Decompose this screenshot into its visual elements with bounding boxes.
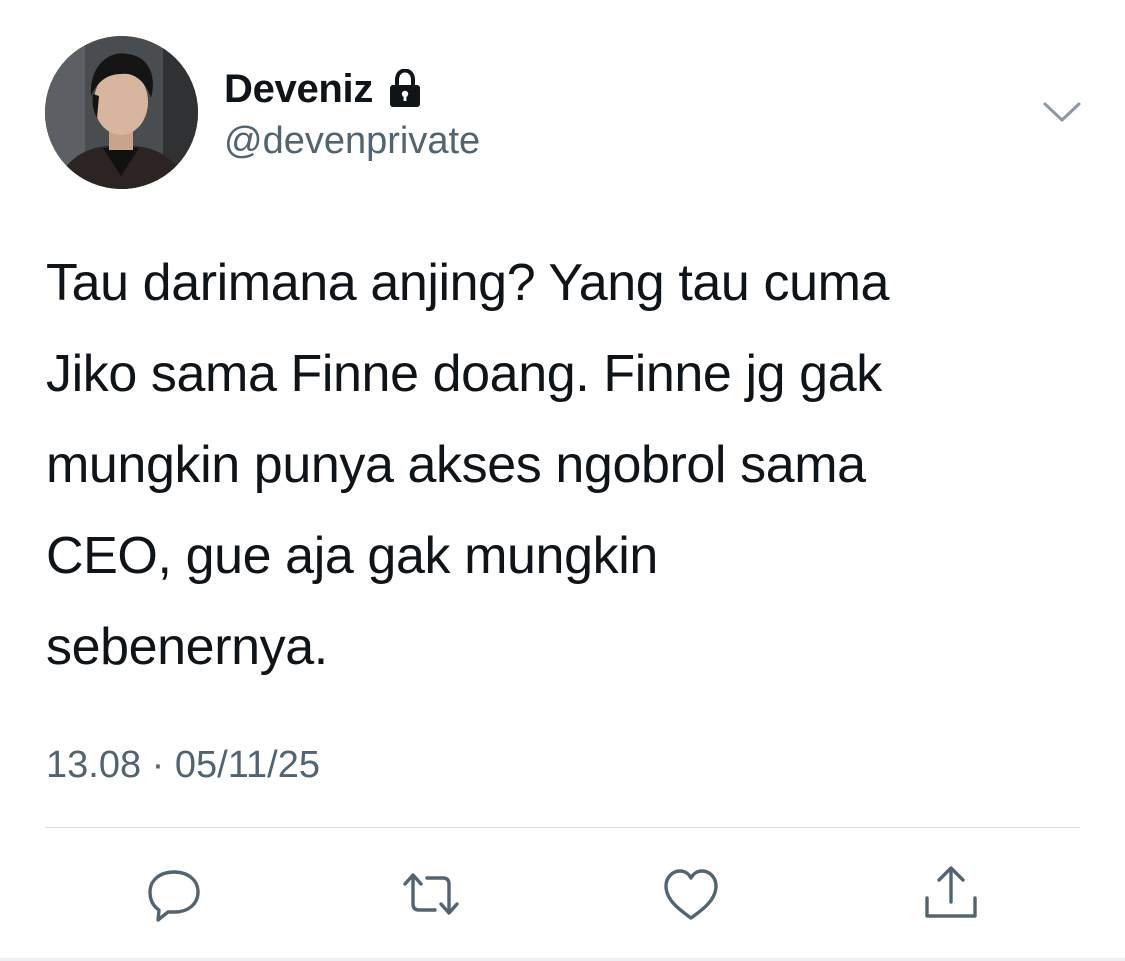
tweet-text-line: CEO, gue aja gak mungkin (46, 527, 658, 585)
display-name-row: Deveniz (224, 66, 423, 112)
tweet-text-line: Tau darimana anjing? Yang tau cuma (46, 254, 890, 312)
tweet-text-line: Jiko sama Finne doang. Finne jg gak (46, 345, 882, 403)
reply-button[interactable] (144, 864, 204, 924)
more-options-button[interactable] (1040, 95, 1084, 131)
chevron-down-icon (1043, 102, 1081, 122)
retweet-button[interactable] (401, 864, 461, 924)
user-handle[interactable]: @devenprivate (224, 120, 480, 163)
tweet-timestamp[interactable]: 13.08 · 05/11/25 (46, 744, 320, 787)
avatar-photo (45, 36, 198, 189)
share-upload-icon (925, 866, 977, 918)
heart-icon (664, 869, 718, 920)
lock-icon (387, 69, 423, 109)
reply-bubble-icon (148, 870, 200, 922)
retweet-icon (403, 873, 459, 915)
avatar[interactable] (45, 36, 198, 189)
display-name[interactable]: Deveniz (224, 67, 373, 112)
divider (45, 827, 1080, 828)
tweet-text: Tau darimana anjing? Yang tau cuma Jiko … (46, 238, 1056, 693)
tweet-text-line: sebenernya. (46, 618, 328, 676)
tweet-card: Deveniz @devenprivate Tau darimana anjin… (0, 0, 1125, 961)
share-button[interactable] (921, 864, 981, 924)
like-button[interactable] (661, 864, 721, 924)
tweet-text-line: mungkin punya akses ngobrol sama (46, 436, 866, 494)
